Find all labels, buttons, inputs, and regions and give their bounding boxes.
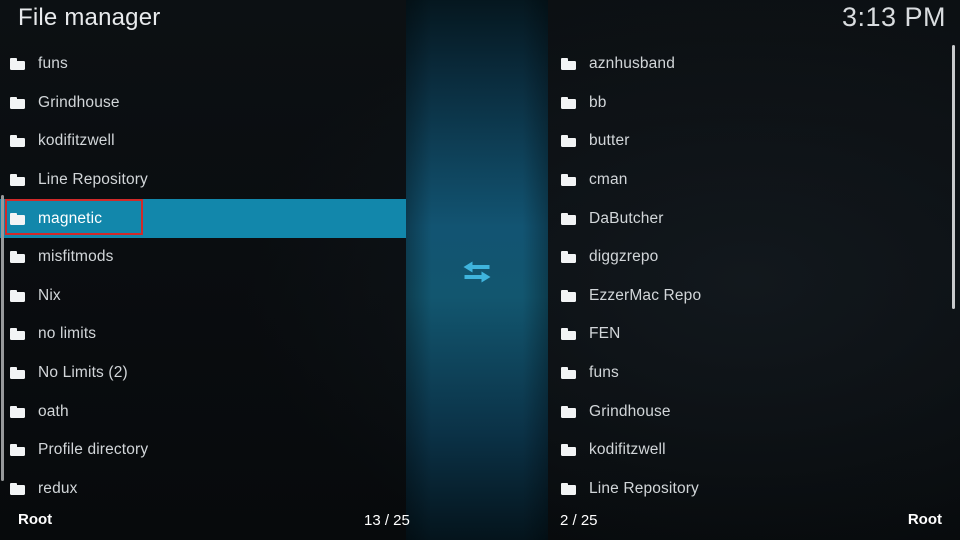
left-item-count: 13 / 25: [364, 512, 410, 529]
file-name-label: cman: [589, 171, 628, 189]
folder-icon: [561, 289, 576, 302]
page-title: File manager: [18, 4, 161, 31]
file-row[interactable]: Line Repository: [548, 470, 960, 509]
right-file-panel: aznhusband bb butter cman DaButcher diggzrepo…: [548, 45, 960, 505]
folder-icon: [561, 212, 576, 225]
file-row[interactable]: cman: [548, 161, 960, 200]
file-name-label: FEN: [589, 325, 621, 343]
file-name-label: Line Repository: [589, 479, 699, 497]
file-manager-window: File manager 3:13 PM funs Grindhouse kodif…: [0, 0, 960, 540]
folder-icon: [561, 367, 576, 380]
right-path-label: Root: [907, 511, 942, 528]
folder-icon: [10, 58, 25, 71]
file-row[interactable]: Profile directory: [0, 431, 406, 470]
folder-icon: [561, 405, 576, 418]
file-name-label: kodifitzwell: [589, 441, 666, 459]
file-row[interactable]: Grindhouse: [0, 84, 406, 123]
folder-icon: [10, 289, 25, 302]
file-name-label: No Limits (2): [38, 364, 128, 382]
file-name-label: butter: [589, 132, 630, 150]
left-right-arrows-icon[interactable]: [455, 250, 499, 294]
file-row[interactable]: redux: [0, 470, 406, 509]
file-name-label: bb: [589, 93, 607, 111]
file-name-label: Grindhouse: [38, 93, 120, 111]
folder-icon: [10, 96, 25, 109]
file-name-label: redux: [38, 479, 78, 497]
file-row[interactable]: diggzrepo: [548, 238, 960, 277]
folder-icon: [10, 251, 25, 264]
folder-icon: [561, 444, 576, 457]
file-name-label: oath: [38, 402, 69, 420]
clock: 3:13 PM: [841, 2, 946, 32]
window-header: File manager 3:13 PM: [0, 0, 960, 44]
file-row[interactable]: magnetic: [0, 199, 406, 238]
folder-icon: [561, 328, 576, 341]
file-name-label: funs: [38, 55, 68, 73]
file-row[interactable]: Grindhouse: [548, 392, 960, 431]
file-row[interactable]: No Limits (2): [0, 354, 406, 393]
file-name-label: diggzrepo: [589, 248, 659, 266]
file-name-label: Grindhouse: [589, 402, 671, 420]
left-file-panel: funs Grindhouse kodifitzwell Line Repositor…: [0, 45, 406, 505]
folder-icon: [10, 212, 25, 225]
folder-icon: [561, 482, 576, 495]
file-row[interactable]: oath: [0, 392, 406, 431]
file-row[interactable]: butter: [548, 122, 960, 161]
transfer-band: [406, 0, 548, 540]
right-file-list[interactable]: aznhusband bb butter cman DaButcher diggzrepo…: [548, 45, 960, 505]
folder-icon: [561, 135, 576, 148]
file-row[interactable]: FEN: [548, 315, 960, 354]
file-name-label: aznhusband: [589, 55, 675, 73]
folder-icon: [561, 96, 576, 109]
file-name-label: Line Repository: [38, 171, 148, 189]
folder-icon: [10, 444, 25, 457]
folder-icon: [561, 251, 576, 264]
file-row[interactable]: Line Repository: [0, 161, 406, 200]
file-row[interactable]: funs: [0, 45, 406, 84]
file-row[interactable]: bb: [548, 84, 960, 123]
file-name-label: no limits: [38, 325, 97, 343]
file-row[interactable]: EzzerMac Repo: [548, 277, 960, 316]
file-name-label: misfitmods: [38, 248, 114, 266]
file-row[interactable]: misfitmods: [0, 238, 406, 277]
file-name-label: magnetic: [38, 209, 103, 227]
folder-icon: [561, 58, 576, 71]
file-name-label: Nix: [38, 286, 61, 304]
file-name-label: kodifitzwell: [38, 132, 115, 150]
file-row[interactable]: DaButcher: [548, 199, 960, 238]
folder-icon: [10, 367, 25, 380]
file-row[interactable]: aznhusband: [548, 45, 960, 84]
file-name-label: Profile directory: [38, 441, 149, 459]
folder-icon: [10, 174, 25, 187]
folder-icon: [10, 135, 25, 148]
folder-icon: [10, 328, 25, 341]
folder-icon: [561, 174, 576, 187]
file-row[interactable]: Nix: [0, 277, 406, 316]
file-row[interactable]: funs: [548, 354, 960, 393]
right-panel-scrollbar[interactable]: [952, 45, 955, 309]
folder-icon: [10, 405, 25, 418]
file-row[interactable]: kodifitzwell: [0, 122, 406, 161]
folder-icon: [10, 482, 25, 495]
file-name-label: DaButcher: [589, 209, 664, 227]
file-row[interactable]: kodifitzwell: [548, 431, 960, 470]
file-row[interactable]: no limits: [0, 315, 406, 354]
file-name-label: EzzerMac Repo: [589, 286, 702, 304]
file-name-label: funs: [589, 364, 619, 382]
left-path-label: Root: [18, 511, 53, 528]
right-item-count: 2 / 25: [560, 512, 598, 529]
status-bar: Root 13 / 25 2 / 25 Root: [0, 505, 960, 540]
left-panel-scrollbar[interactable]: [1, 195, 4, 481]
left-file-list[interactable]: funs Grindhouse kodifitzwell Line Repositor…: [0, 45, 406, 505]
